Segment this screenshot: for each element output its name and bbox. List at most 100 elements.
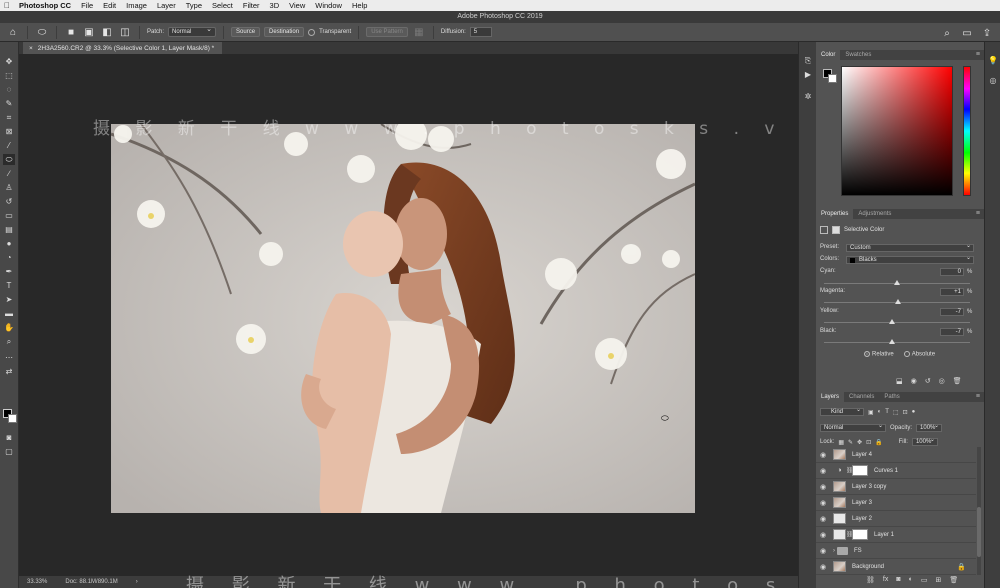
share-icon[interactable]: ⇪	[980, 26, 994, 40]
lock-icon[interactable]: 🔒	[957, 563, 966, 571]
layer-name[interactable]: Layer 3	[852, 500, 872, 506]
eyedropper-tool-icon[interactable]: ⁄	[3, 140, 15, 151]
visibility-icon[interactable]: ◎	[939, 377, 945, 385]
layer-row[interactable]: ◉ Layer 3	[816, 495, 976, 511]
document-tab[interactable]: × 2H3A2560.CR2 @ 33.3% (Selective Color …	[23, 42, 223, 54]
relative-radio[interactable]	[864, 351, 870, 357]
reset-icon[interactable]: ↺	[925, 377, 931, 385]
dodge-tool-icon[interactable]: ◔	[3, 252, 15, 263]
menu-view[interactable]: View	[284, 1, 310, 10]
yellow-slider-thumb[interactable]	[888, 319, 895, 324]
photo-canvas[interactable]	[111, 124, 695, 513]
filter-shape-icon[interactable]: ⬚	[893, 409, 899, 416]
workspace-icon[interactable]: ▭	[960, 26, 974, 40]
link-layers-icon[interactable]: ⛓	[866, 576, 875, 584]
source-button[interactable]: Source	[231, 27, 261, 37]
menu-select[interactable]: Select	[207, 1, 238, 10]
cyan-slider-thumb[interactable]	[894, 280, 900, 285]
colors-select[interactable]: Blacks	[846, 255, 974, 264]
filter-toggle-icon[interactable]: ●	[912, 409, 916, 415]
history-panel-icon[interactable]: ⎘	[802, 56, 814, 67]
tab-adjustments[interactable]: Adjustments	[853, 209, 896, 219]
gradient-tool-icon[interactable]: ▤	[3, 224, 15, 235]
layer-name[interactable]: Layer 1	[874, 532, 894, 538]
layer-style-icon[interactable]: fx	[883, 576, 888, 584]
blend-mode-select[interactable]: Normal	[820, 423, 886, 432]
subtract-selection-icon[interactable]: ◧	[100, 25, 114, 39]
use-pattern-button[interactable]: Use Pattern	[366, 27, 408, 37]
absolute-radio[interactable]	[903, 351, 910, 357]
frame-tool-icon[interactable]: ⊠	[3, 126, 15, 137]
tab-swatches[interactable]: Swatches	[840, 50, 876, 60]
layer-name[interactable]: FS	[854, 548, 862, 554]
black-value[interactable]: -7	[940, 328, 964, 336]
new-selection-icon[interactable]: ■	[64, 25, 78, 39]
hand-tool-icon[interactable]: ✋	[3, 322, 15, 333]
layer-row[interactable]: ◉ ⛓ Layer 1	[816, 527, 976, 543]
visibility-eye-icon[interactable]: ◉	[816, 499, 830, 507]
new-adjustment-icon[interactable]: ◐	[909, 576, 913, 584]
screen-mode-icon[interactable]: ▢	[3, 446, 15, 457]
visibility-eye-icon[interactable]: ◉	[816, 563, 830, 571]
intersect-selection-icon[interactable]: ◫	[118, 25, 132, 39]
tab-properties[interactable]: Properties	[816, 209, 854, 219]
cyan-slider[interactable]	[824, 280, 970, 285]
layer-name[interactable]: Curves 1	[874, 468, 898, 474]
clip-to-layer-icon[interactable]: ⬓	[896, 377, 903, 385]
visibility-eye-icon[interactable]: ◉	[816, 467, 830, 475]
menu-edit[interactable]: Edit	[98, 1, 121, 10]
marquee-tool-icon[interactable]: ⬚	[3, 70, 15, 81]
blur-tool-icon[interactable]: ●	[3, 238, 15, 249]
hue-slider[interactable]	[963, 66, 971, 196]
zoom-tool-icon[interactable]: ⌕	[3, 336, 15, 347]
lock-pixels-icon[interactable]: ✎	[848, 439, 853, 446]
quick-mask-icon[interactable]: ◙	[3, 432, 15, 443]
panel-menu-icon[interactable]: ≡	[976, 392, 980, 402]
eraser-tool-icon[interactable]: ▭	[3, 210, 15, 221]
magenta-slider-thumb[interactable]	[894, 299, 901, 304]
actions-panel-icon[interactable]: ▶	[802, 70, 814, 81]
patch-mode-select[interactable]: Normal	[168, 26, 217, 37]
yellow-slider[interactable]	[824, 319, 970, 324]
menu-image[interactable]: Image	[121, 1, 152, 10]
tab-color[interactable]: Color	[816, 50, 841, 60]
cyan-value[interactable]: 0	[940, 268, 964, 276]
quick-selection-tool-icon[interactable]: ✎	[3, 98, 15, 109]
visibility-eye-icon[interactable]: ◉	[816, 515, 830, 523]
swap-colors-icon[interactable]: ⇄	[3, 366, 15, 377]
crop-tool-icon[interactable]: ⌗	[3, 112, 15, 123]
panel-menu-icon[interactable]: ≡	[976, 209, 980, 219]
navigator-panel-icon[interactable]: ✲	[802, 92, 814, 103]
layer-row[interactable]: ◉ Layer 4	[816, 447, 976, 463]
relative-option[interactable]: Relative	[864, 351, 894, 358]
filter-smart-object-icon[interactable]: ⊡	[903, 409, 908, 416]
visibility-eye-icon[interactable]: ◉	[816, 531, 830, 539]
layer-group-row[interactable]: ◉ › FS	[816, 543, 976, 559]
lock-transparent-icon[interactable]: ▦	[838, 439, 844, 446]
magenta-slider[interactable]	[824, 299, 970, 304]
menu-window[interactable]: Window	[310, 1, 347, 10]
layer-row[interactable]: ◉ ◑ ⛓ Curves 1	[816, 463, 976, 479]
visibility-eye-icon[interactable]: ◉	[816, 483, 830, 491]
add-selection-icon[interactable]: ▣	[82, 25, 96, 39]
layer-name[interactable]: Layer 4	[852, 452, 872, 458]
layer-mask-thumbnail[interactable]	[852, 529, 868, 540]
libraries-icon[interactable]: ◎	[988, 76, 998, 86]
opacity-input[interactable]: 100%	[916, 423, 943, 432]
learn-icon[interactable]: 💡	[988, 56, 998, 66]
layer-row[interactable]: ◉ Layer 3 copy	[816, 479, 976, 495]
menu-app-name[interactable]: Photoshop CC	[14, 1, 76, 10]
filter-pixel-icon[interactable]: ▣	[868, 409, 874, 416]
patch-tool-icon[interactable]: ⬭	[3, 154, 15, 165]
new-layer-icon[interactable]: ⊞	[935, 576, 941, 584]
diffusion-input[interactable]: 5	[469, 27, 492, 37]
lasso-tool-icon[interactable]: ◌	[3, 84, 15, 95]
menu-type[interactable]: Type	[181, 1, 207, 10]
menu-layer[interactable]: Layer	[152, 1, 181, 10]
path-selection-tool-icon[interactable]: ➤	[3, 294, 15, 305]
status-menu-icon[interactable]: ›	[136, 579, 138, 585]
tab-layers[interactable]: Layers	[816, 392, 845, 402]
color-background-swatch[interactable]	[828, 74, 837, 83]
black-slider[interactable]	[824, 339, 970, 344]
tab-channels[interactable]: Channels	[844, 392, 879, 402]
